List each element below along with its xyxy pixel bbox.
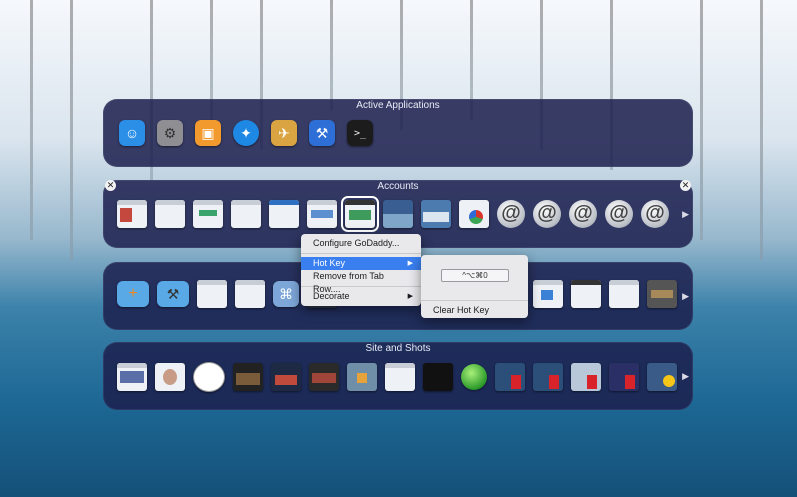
site-thumbnail[interactable] (533, 280, 563, 308)
clear-hot-key-menu-item[interactable]: Clear Hot Key (421, 304, 528, 317)
preview-icon[interactable]: ✈ (271, 120, 297, 146)
menu-item-label: Clear Hot Key (433, 305, 490, 315)
tab-context-menu: Configure GoDaddy... Hot Key ▶ Remove fr… (301, 234, 421, 306)
site-thumbnail[interactable] (421, 200, 451, 228)
tools-tab-row-right (533, 280, 679, 308)
site-thumbnail[interactable] (571, 280, 601, 308)
panel-title: Site and Shots (365, 343, 431, 354)
submenu-arrow-icon: ▶ (407, 260, 413, 267)
more-arrow-icon[interactable]: ▶ (682, 209, 689, 220)
mail-account-icon[interactable]: @ (605, 200, 633, 228)
site-thumbnail-selected[interactable] (341, 196, 379, 232)
site-thumbnail[interactable] (383, 200, 413, 228)
site-thumbnail[interactable] (155, 363, 185, 391)
site-and-shots-panel: Site and Shots ▶ (103, 342, 693, 410)
site-thumbnail[interactable] (193, 200, 223, 228)
active-applications-panel: Active Applications ☺ ⚙ ▣ ✦ ✈ ⚒ >_ (103, 99, 693, 167)
hot-key-submenu: ^⌥⌘0 Clear Hot Key (421, 255, 528, 318)
site-thumbnail[interactable] (235, 280, 265, 308)
mail-account-icon[interactable]: @ (569, 200, 597, 228)
submenu-arrow-icon: ▶ (407, 293, 413, 300)
terminal-icon[interactable]: >_ (347, 120, 373, 146)
green-orb-icon[interactable] (461, 364, 487, 390)
network-utility-icon[interactable]: ⌘ (273, 281, 299, 307)
menu-item-label: Configure GoDaddy... (313, 238, 400, 248)
hot-key-menu-item[interactable]: Hot Key ▶ (301, 257, 421, 270)
menu-item-label: Hot Key (313, 258, 346, 268)
more-arrow-icon[interactable]: ▶ (682, 291, 689, 302)
site-thumbnail[interactable] (423, 363, 453, 391)
new-folder-icon[interactable]: + (117, 281, 149, 307)
site-thumbnail[interactable] (197, 280, 227, 308)
site-thumbnail[interactable] (385, 363, 415, 391)
configure-menu-item[interactable]: Configure GoDaddy... (301, 237, 421, 250)
site-thumbnail[interactable] (307, 200, 337, 228)
mail-account-icon[interactable]: @ (497, 200, 525, 228)
finder-icon[interactable]: ☺ (119, 120, 145, 146)
site-thumbnail[interactable] (459, 200, 489, 228)
screenshot-star-icon[interactable] (647, 363, 677, 391)
site-thumbnail[interactable] (647, 280, 677, 308)
menu-separator (421, 300, 528, 301)
safari-icon[interactable]: ✦ (233, 120, 259, 146)
clock-icon[interactable] (193, 362, 225, 392)
site-thumbnail[interactable] (609, 280, 639, 308)
site-thumbnail[interactable] (347, 363, 377, 391)
site-shots-row (117, 362, 679, 392)
site-thumbnail[interactable] (269, 200, 299, 228)
remove-from-tab-row-menu-item[interactable]: Remove from Tab Row.... (301, 270, 421, 294)
site-thumbnail[interactable] (117, 200, 147, 228)
screenshot-music-icon[interactable] (571, 363, 601, 391)
mail-account-icon[interactable]: @ (533, 200, 561, 228)
menu-separator (301, 253, 421, 254)
active-app-row: ☺ ⚙ ▣ ✦ ✈ ⚒ >_ (119, 120, 679, 146)
system-preferences-icon[interactable]: ⚙ (157, 120, 183, 146)
site-thumbnail[interactable] (231, 200, 261, 228)
site-thumbnail[interactable] (155, 200, 185, 228)
site-thumbnail[interactable] (309, 363, 339, 391)
menu-item-label: Decorate (313, 291, 350, 301)
hotkey-value: ^⌥⌘0 (462, 271, 488, 280)
mail-account-icon[interactable]: @ (641, 200, 669, 228)
screenshot-music-icon[interactable] (533, 363, 563, 391)
site-thumbnail[interactable] (117, 363, 147, 391)
screenshot-music-icon[interactable] (495, 363, 525, 391)
site-thumbnail[interactable] (233, 363, 263, 391)
accounts-tab-row: @ @ @ @ @ (117, 196, 679, 232)
decorate-menu-item[interactable]: Decorate ▶ (301, 290, 421, 303)
site-thumbnail[interactable] (271, 363, 301, 391)
xcode-icon[interactable]: ⚒ (309, 120, 335, 146)
photos-app-icon[interactable]: ▣ (195, 120, 221, 146)
screenshot-music-icon[interactable] (609, 363, 639, 391)
more-arrow-icon[interactable]: ▶ (682, 371, 689, 382)
hotkey-field[interactable]: ^⌥⌘0 (441, 269, 509, 282)
panel-title: Accounts (377, 181, 419, 192)
folder-tools-icon[interactable]: ⚒ (157, 281, 189, 307)
panel-title: Active Applications (356, 100, 440, 111)
